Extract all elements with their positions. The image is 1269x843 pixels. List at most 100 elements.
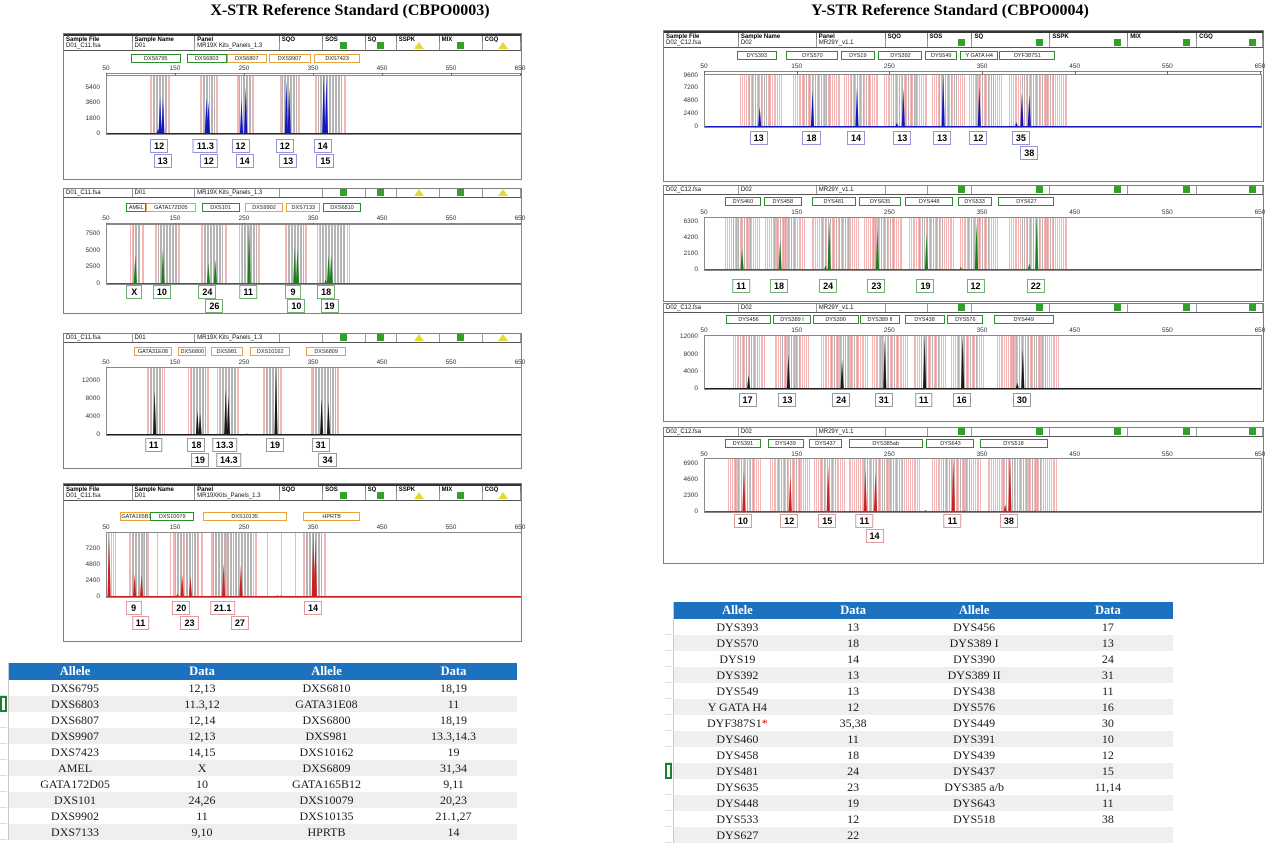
row-header-cell[interactable] [0, 696, 7, 712]
row-header-cell[interactable] [665, 827, 672, 843]
table-cell[interactable]: 17 [1043, 619, 1173, 635]
table-cell[interactable]: Y GATA H4 [674, 699, 801, 715]
table-cell[interactable]: DYS448 [674, 795, 801, 811]
row-header-cell[interactable] [665, 795, 672, 811]
table-cell[interactable]: 12 [801, 699, 906, 715]
table-cell[interactable]: HPRTB [263, 824, 390, 840]
table-cell[interactable]: 12,13 [141, 680, 263, 696]
row-header-cell[interactable] [0, 680, 7, 696]
table-cell[interactable]: DYS456 [906, 619, 1043, 635]
row-header-cell[interactable] [665, 731, 672, 747]
table-cell[interactable]: DYS518 [906, 811, 1043, 827]
table-cell[interactable]: DYS576 [906, 699, 1043, 715]
table-cell[interactable]: 30 [1043, 715, 1173, 731]
table-cell[interactable]: 12 [1043, 747, 1173, 763]
table-cell[interactable]: 31 [1043, 667, 1173, 683]
table-cell[interactable]: 10 [1043, 731, 1173, 747]
row-header-cell[interactable] [665, 651, 672, 667]
table-cell[interactable]: DYS389 II [906, 667, 1043, 683]
table-cell[interactable]: 9,11 [390, 776, 517, 792]
table-cell[interactable]: DXS101 [9, 792, 141, 808]
table-cell[interactable]: 11 [1043, 683, 1173, 699]
table-cell[interactable]: 20,23 [390, 792, 517, 808]
table-cell[interactable]: DYS549 [674, 683, 801, 699]
row-header-cell[interactable] [665, 619, 672, 635]
table-cell[interactable]: 24 [1043, 651, 1173, 667]
table-cell[interactable]: DXS10135 [263, 808, 390, 824]
table-cell[interactable]: DXS7423 [9, 744, 141, 760]
table-cell[interactable]: 18 [801, 747, 906, 763]
row-header-cell[interactable] [665, 715, 672, 731]
table-cell[interactable]: DXS9902 [9, 808, 141, 824]
table-cell[interactable]: 14 [390, 824, 517, 840]
table-cell[interactable]: 11 [141, 808, 263, 824]
table-cell[interactable]: 18 [801, 635, 906, 651]
table-cell[interactable]: 15 [1043, 763, 1173, 779]
table-cell[interactable]: DYS643 [906, 795, 1043, 811]
table-cell[interactable]: DYS392 [674, 667, 801, 683]
table-cell[interactable]: 13 [1043, 635, 1173, 651]
row-header-cell[interactable] [0, 728, 7, 744]
table-cell[interactable]: DXS6810 [263, 680, 390, 696]
table-cell[interactable]: X [141, 760, 263, 776]
table-cell[interactable]: DXS10079 [263, 792, 390, 808]
table-cell[interactable]: 18,19 [390, 680, 517, 696]
table-cell[interactable]: 10 [141, 776, 263, 792]
table-cell[interactable]: DXS9907 [9, 728, 141, 744]
row-header-cell[interactable] [665, 683, 672, 699]
table-cell[interactable]: DYS389 I [906, 635, 1043, 651]
table-cell[interactable]: DYS19 [674, 651, 801, 667]
table-cell[interactable]: 11 [1043, 795, 1173, 811]
table-cell[interactable]: 31,34 [390, 760, 517, 776]
table-cell[interactable]: 13 [801, 619, 906, 635]
row-header-cell[interactable] [0, 760, 7, 776]
table-cell[interactable]: DYS460 [674, 731, 801, 747]
table-cell[interactable]: DYS393 [674, 619, 801, 635]
table-cell[interactable]: 9,10 [141, 824, 263, 840]
table-cell[interactable] [1043, 827, 1173, 843]
table-cell[interactable]: DYS385 a/b [906, 779, 1043, 795]
table-cell[interactable]: 38 [1043, 811, 1173, 827]
row-header-cell[interactable] [665, 699, 672, 715]
table-cell[interactable]: 11 [801, 731, 906, 747]
row-header-cell[interactable] [0, 824, 7, 840]
table-cell[interactable]: AMEL [9, 760, 141, 776]
table-cell[interactable]: 22 [801, 827, 906, 843]
table-cell[interactable]: DYS391 [906, 731, 1043, 747]
table-cell[interactable]: 14 [801, 651, 906, 667]
table-cell[interactable]: 13 [801, 667, 906, 683]
table-cell[interactable]: DYF387S1* [674, 715, 801, 731]
row-header-cell[interactable] [0, 776, 7, 792]
row-header-cell[interactable] [0, 712, 7, 728]
table-cell[interactable]: 11 [390, 696, 517, 712]
row-header-cell[interactable] [665, 635, 672, 651]
row-header-cell[interactable] [665, 747, 672, 763]
table-cell[interactable]: 23 [801, 779, 906, 795]
table-cell[interactable]: 16 [1043, 699, 1173, 715]
table-cell[interactable]: DXS6807 [9, 712, 141, 728]
table-cell[interactable]: 19 [390, 744, 517, 760]
table-cell[interactable]: 24 [801, 763, 906, 779]
row-header-cell[interactable] [0, 744, 7, 760]
table-cell[interactable]: DYS570 [674, 635, 801, 651]
row-header-cell[interactable] [0, 792, 7, 808]
table-cell[interactable] [906, 827, 1043, 843]
table-cell[interactable]: 12,14 [141, 712, 263, 728]
table-cell[interactable]: DXS981 [263, 728, 390, 744]
table-cell[interactable]: 35,38 [801, 715, 906, 731]
table-cell[interactable]: DXS6803 [9, 696, 141, 712]
table-cell[interactable]: GATA31E08 [263, 696, 390, 712]
row-header-cell[interactable] [665, 667, 672, 683]
table-cell[interactable]: DYS439 [906, 747, 1043, 763]
table-cell[interactable]: DYS481 [674, 763, 801, 779]
table-cell[interactable]: DYS627 [674, 827, 801, 843]
row-header-cell[interactable] [0, 808, 7, 824]
table-cell[interactable]: DYS437 [906, 763, 1043, 779]
table-cell[interactable]: DYS390 [906, 651, 1043, 667]
table-cell[interactable]: DYS635 [674, 779, 801, 795]
row-header-cell[interactable] [665, 811, 672, 827]
table-cell[interactable]: GATA165B12 [263, 776, 390, 792]
table-cell[interactable]: GATA172D05 [9, 776, 141, 792]
table-cell[interactable]: DXS6800 [263, 712, 390, 728]
table-cell[interactable]: DXS10162 [263, 744, 390, 760]
